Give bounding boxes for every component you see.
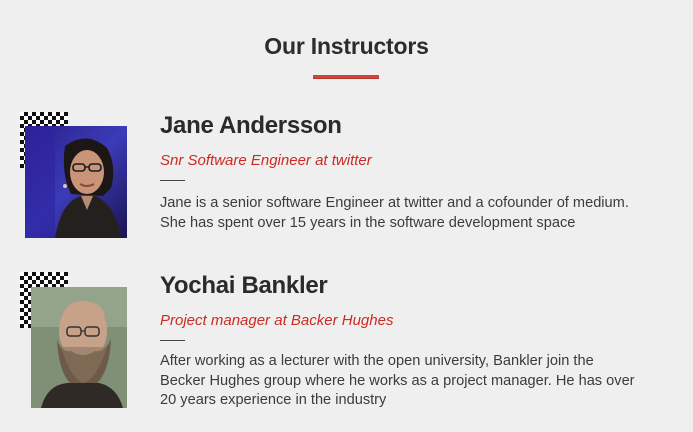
bio-line: After working as a lecturer with the ope… xyxy=(160,353,594,369)
instructor-name: Yochai Bankler xyxy=(160,272,328,299)
instructor-bio: Jane is a senior software Engineer at tw… xyxy=(160,194,680,233)
instructor-role: Snr Software Engineer at twitter xyxy=(160,152,372,169)
title-underline xyxy=(313,75,379,79)
role-divider xyxy=(160,180,185,181)
instructor-photo xyxy=(31,287,127,408)
bio-line: 20 years experience in the industry xyxy=(160,392,387,408)
instructor-role: Project manager at Backer Hughes xyxy=(160,312,394,329)
section-title: Our Instructors xyxy=(264,33,429,59)
bio-line: She has spent over 15 years in the softw… xyxy=(160,214,576,231)
instructor-bio: After working as a lecturer with the ope… xyxy=(160,352,680,411)
instructor-photo-frame xyxy=(20,112,128,240)
role-divider xyxy=(160,340,185,341)
bio-line: Jane is a senior software Engineer at tw… xyxy=(160,195,629,211)
instructor-photo xyxy=(25,126,127,238)
instructor-photo-frame xyxy=(20,272,128,408)
instructor-name: Jane Andersson xyxy=(160,112,342,139)
bio-line: Becker Hughes group where he works as a … xyxy=(160,372,635,389)
